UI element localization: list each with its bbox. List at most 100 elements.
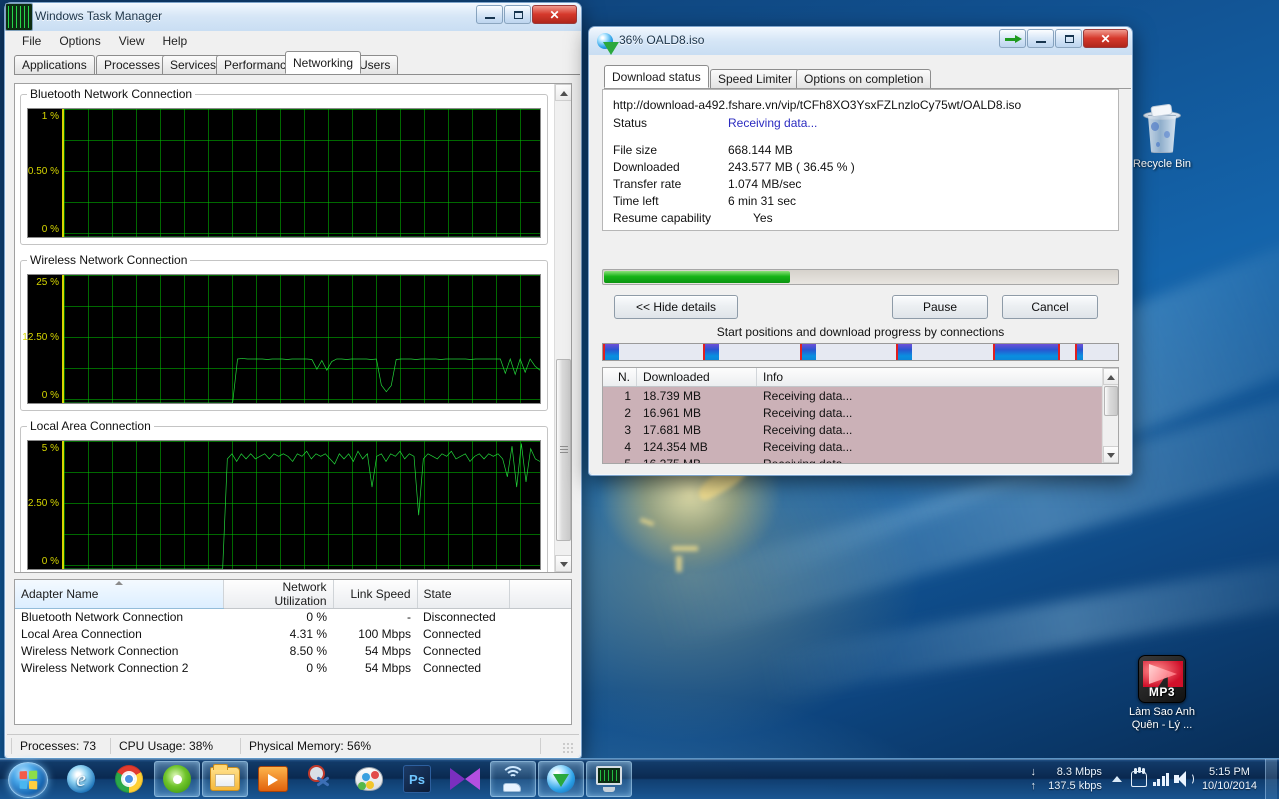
close-button[interactable]: ✕ <box>532 5 577 24</box>
idm-tab-strip[interactable]: Download status Speed Limiter Options on… <box>604 65 1131 89</box>
time-left-row: Time left 6 min 31 sec <box>613 194 796 208</box>
desktop-icon-mp3[interactable]: MP3 Làm Sao Anh Quên - Lý ... <box>1116 655 1208 732</box>
menu-view[interactable]: View <box>111 32 153 50</box>
windows-explorer-icon <box>210 764 240 791</box>
table-header-row: Adapter Name Network Utilization Link Sp… <box>15 580 571 609</box>
tab-applications[interactable]: Applications <box>14 55 95 74</box>
column-downloaded[interactable]: Downloaded <box>637 368 757 386</box>
tab-download-status[interactable]: Download status <box>604 65 709 88</box>
tab-processes[interactable]: Processes <box>96 55 169 74</box>
menu-file[interactable]: File <box>14 32 49 50</box>
column-number[interactable]: N. <box>603 368 637 386</box>
tab-networking[interactable]: Networking <box>285 51 362 74</box>
tray-network-button[interactable] <box>1150 766 1172 792</box>
minimize-button[interactable] <box>476 5 503 24</box>
media-player-icon <box>258 766 288 792</box>
connection-row[interactable]: 1 18.739 MB Receiving data... <box>603 387 1101 404</box>
connection-row[interactable]: 5 16.275 MB Receiving data... <box>603 455 1101 464</box>
taskbar-button-task-manager[interactable] <box>586 761 632 797</box>
task-manager-titlebar[interactable]: Windows Task Manager ✕ <box>5 3 581 31</box>
start-button[interactable] <box>2 760 56 798</box>
taskbar-button-wifi-tool[interactable] <box>490 761 536 797</box>
connections-vertical-scrollbar[interactable] <box>1102 368 1118 463</box>
menu-bar[interactable]: File Options View Help <box>6 31 580 51</box>
graphs-vertical-scrollbar[interactable] <box>554 84 571 572</box>
connection-row[interactable]: 3 17.681 MB Receiving data... <box>603 421 1101 438</box>
taskbar-button-explorer[interactable] <box>202 761 248 797</box>
scrollbar-thumb[interactable] <box>1104 386 1118 416</box>
transfer-rate-label: Transfer rate <box>613 177 682 191</box>
taskbar[interactable]: ↓ 8.3 Mbps ↑ 137.5 kbps 5:15 PM 10/10/2014 <box>0 758 1279 799</box>
show-desktop-button[interactable] <box>1265 758 1277 799</box>
resize-grip[interactable] <box>562 742 574 754</box>
transfer-rate-value: 1.074 MB/sec <box>728 177 802 191</box>
y-tick-mid: 2.50 % <box>27 498 59 509</box>
internet-explorer-icon <box>67 765 95 793</box>
graphs-scroll-pane[interactable]: Bluetooth Network Connection 1 % 0.50 % … <box>14 83 572 573</box>
hide-details-button[interactable]: << Hide details <box>614 295 738 319</box>
taskbar-button-chrome[interactable] <box>106 761 152 797</box>
menu-help[interactable]: Help <box>155 32 196 50</box>
taskbar-button-snipping-tool[interactable] <box>298 761 344 797</box>
maximize-button[interactable] <box>1055 29 1082 48</box>
taskbar-button-bowtie-app[interactable] <box>442 761 488 797</box>
scroll-up-arrow[interactable] <box>555 84 571 101</box>
table-row[interactable]: Local Area Connection 4.31 % 100 Mbps Co… <box>15 626 571 643</box>
table-row[interactable]: Bluetooth Network Connection 0 % - Disco… <box>15 609 571 626</box>
taskbar-button-photoshop[interactable] <box>394 761 440 797</box>
scroll-up-arrow[interactable] <box>1103 368 1118 385</box>
transfer-rate-row: Transfer rate 1.074 MB/sec <box>613 177 801 191</box>
scroll-down-arrow[interactable] <box>1103 446 1118 463</box>
adapter-table[interactable]: Adapter Name Network Utilization Link Sp… <box>14 579 572 725</box>
cancel-button[interactable]: Cancel <box>1002 295 1098 319</box>
scrollbar-thumb[interactable] <box>556 359 571 541</box>
taskbar-button-media-player[interactable] <box>250 761 296 797</box>
window-controls[interactable]: ✕ <box>999 29 1128 48</box>
clock[interactable]: 5:15 PM 10/10/2014 <box>1194 765 1265 793</box>
column-state[interactable]: State <box>417 580 510 609</box>
connections-caption: Start positions and download progress by… <box>716 325 1005 339</box>
taskbar-button-idm[interactable] <box>538 761 584 797</box>
pause-button[interactable]: Pause <box>892 295 988 319</box>
taskbar-button-green-disc[interactable] <box>154 761 200 797</box>
connections-table[interactable]: N. Downloaded Info 1 18.739 MB Receiving… <box>602 367 1119 464</box>
graph-group-bluetooth: Bluetooth Network Connection 1 % 0.50 % … <box>20 87 548 245</box>
menu-options[interactable]: Options <box>51 32 108 50</box>
table-row[interactable]: Wireless Network Connection 8.50 % 54 Mb… <box>15 643 571 660</box>
close-button[interactable]: ✕ <box>1083 29 1128 48</box>
column-adapter-name[interactable]: Adapter Name <box>15 580 224 609</box>
scroll-down-arrow[interactable] <box>555 555 571 572</box>
system-tray[interactable]: ↓ 8.3 Mbps ↑ 137.5 kbps 5:15 PM 10/10/2014 <box>1030 758 1279 799</box>
status-label: Status <box>613 116 648 130</box>
download-status-card: http://download-a492.fshare.vn/vip/tCFh8… <box>602 89 1119 231</box>
column-link-speed[interactable]: Link Speed <box>333 580 418 609</box>
tab-services[interactable]: Services <box>162 55 225 74</box>
move-to-queue-button[interactable] <box>999 29 1026 48</box>
cell-utilization: 8.50 % <box>289 644 327 658</box>
table-row[interactable]: Wireless Network Connection 2 0 % 54 Mbp… <box>15 660 571 677</box>
tray-volume-button[interactable] <box>1172 766 1194 792</box>
show-hidden-icons-button[interactable] <box>1106 766 1128 792</box>
graph-plot-area <box>64 441 540 569</box>
idm-download-window[interactable]: 36% OALD8.iso ✕ Download status Speed Li… <box>588 26 1133 476</box>
connection-row[interactable]: 4 124.354 MB Receiving data... <box>603 438 1101 455</box>
column-network-utilization[interactable]: Network Utilization <box>223 580 334 609</box>
idm-titlebar[interactable]: 36% OALD8.iso ✕ <box>589 27 1132 55</box>
network-speed-indicator[interactable]: ↓ 8.3 Mbps ↑ 137.5 kbps <box>1030 765 1106 793</box>
tab-strip[interactable]: Applications Processes Services Performa… <box>14 51 580 75</box>
tab-speed-limiter[interactable]: Speed Limiter <box>710 69 801 88</box>
tray-action-center-button[interactable] <box>1128 766 1150 792</box>
column-info[interactable]: Info <box>757 368 1118 386</box>
graph-title: Local Area Connection <box>30 419 151 433</box>
taskbar-button-paint[interactable] <box>346 761 392 797</box>
taskbar-button-internet-explorer[interactable] <box>58 761 104 797</box>
window-controls[interactable]: ✕ <box>476 5 577 24</box>
task-manager-window[interactable]: Windows Task Manager ✕ File Options View… <box>4 2 582 759</box>
tab-options-on-completion[interactable]: Options on completion <box>796 69 932 88</box>
connection-row[interactable]: 2 16.961 MB Receiving data... <box>603 404 1101 421</box>
sort-ascending-icon <box>114 581 123 585</box>
cell-adapter-name: Bluetooth Network Connection <box>21 610 184 625</box>
minimize-button[interactable] <box>1027 29 1054 48</box>
resume-capability-row: Resume capability Yes <box>613 211 773 225</box>
maximize-button[interactable] <box>504 5 531 24</box>
